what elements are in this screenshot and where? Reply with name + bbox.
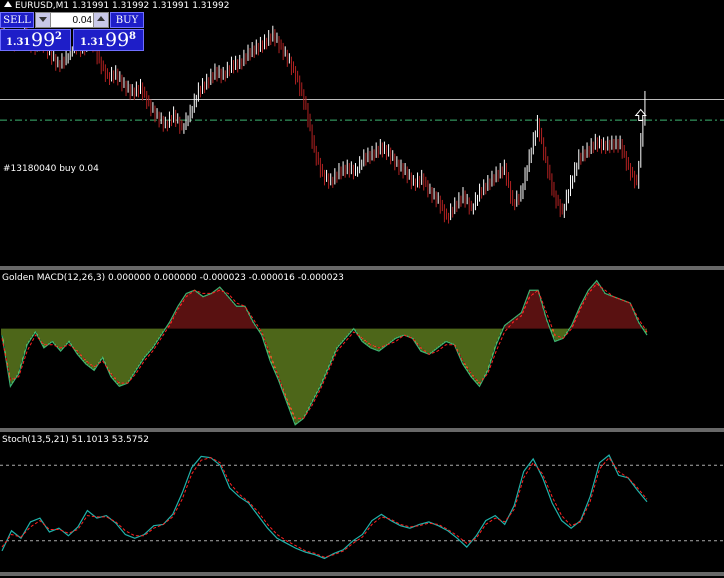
triangle-icon [4, 1, 12, 7]
sell-price-mid: 99 [31, 29, 56, 51]
buy-price-mid: 99 [105, 29, 130, 51]
buy-price-pip: 8 [129, 31, 136, 42]
chevron-up-icon [97, 16, 105, 21]
lot-size-input[interactable] [51, 13, 94, 27]
order-line-label[interactable]: #13180040 buy 0.04 [3, 164, 99, 175]
sell-price-pip: 2 [55, 31, 62, 42]
sell-button[interactable]: SELL [0, 12, 34, 28]
lot-size-control[interactable] [35, 12, 109, 28]
chart-canvas[interactable] [0, 0, 724, 578]
buy-price-big: 1.31 [80, 37, 105, 48]
lot-increase-button[interactable] [93, 13, 108, 27]
symbol-quote-text: EURUSD,M1 1.31991 1.31992 1.31991 1.3199… [15, 1, 230, 11]
mt4-chart-window[interactable]: EURUSD,M1 1.31991 1.31992 1.31991 1.3199… [0, 0, 724, 578]
stoch-indicator-title: Stoch(13,5,21) 51.1013 53.5752 [2, 435, 149, 445]
up-arrow-icon [634, 108, 647, 122]
symbol-header: EURUSD,M1 1.31991 1.31992 1.31991 1.3199… [4, 1, 229, 12]
buy-price-button[interactable]: 1.31 99 8 [73, 29, 144, 51]
sell-price-button[interactable]: 1.31 99 2 [0, 29, 71, 51]
buy-button[interactable]: BUY [110, 12, 144, 28]
sell-price-big: 1.31 [6, 37, 31, 48]
chevron-down-icon [39, 17, 47, 22]
stoch-main-line [1, 454, 648, 560]
stoch-signal-line [1, 456, 648, 558]
macd-indicator-title: Golden MACD(12,26,3) 0.000000 0.000000 -… [2, 273, 344, 283]
lot-decrease-button[interactable] [36, 13, 51, 27]
